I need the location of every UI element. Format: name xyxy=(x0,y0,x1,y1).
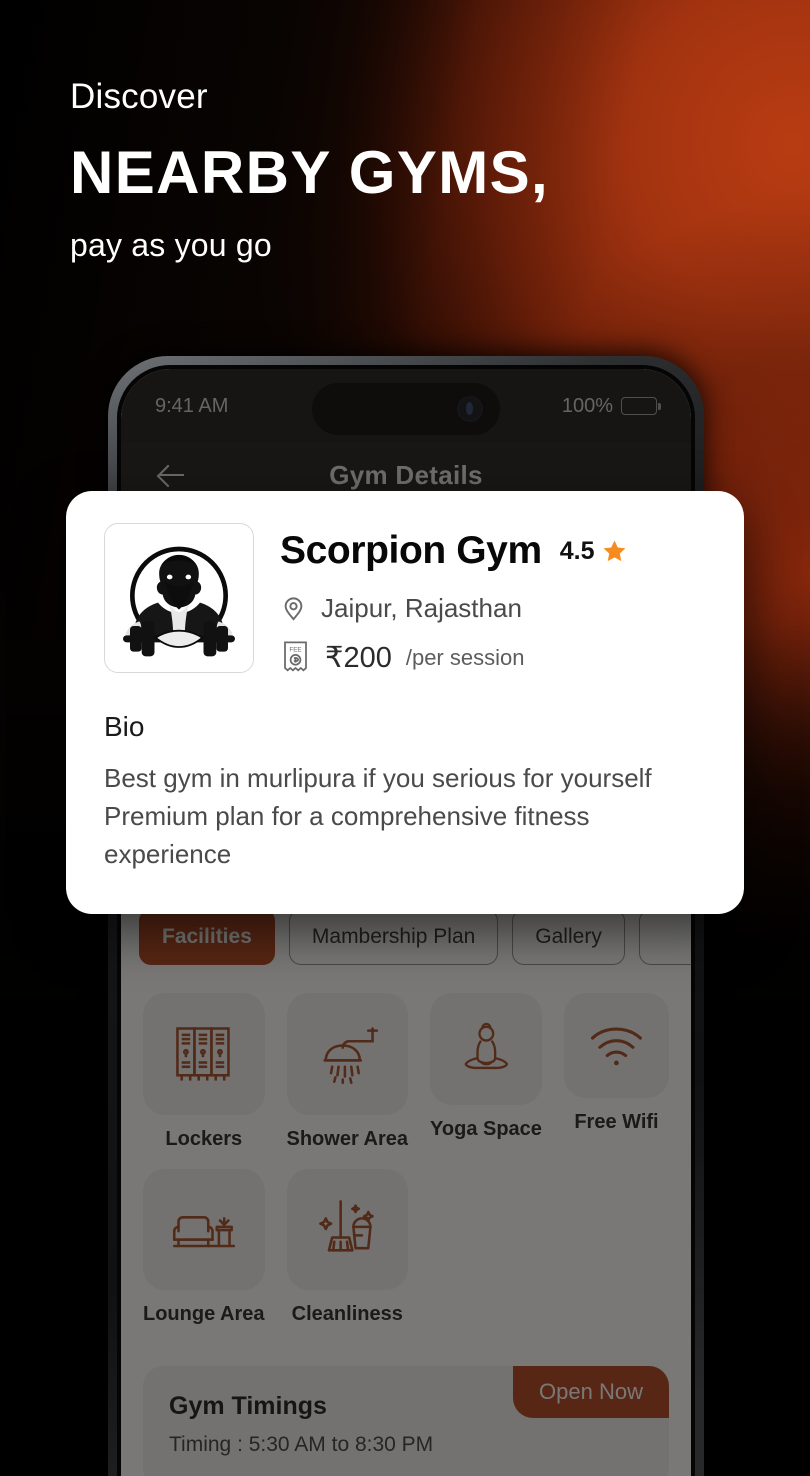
gym-logo xyxy=(104,523,254,673)
facility-item-free-wifi[interactable]: Free Wifi xyxy=(563,993,669,1151)
location-pin-icon xyxy=(280,595,307,622)
bodybuilder-logo-icon xyxy=(123,546,235,657)
sofa-icon xyxy=(172,1216,235,1248)
gym-timings-card: Gym Timings Timing : 5:30 AM to 8:30 PM … xyxy=(143,1366,669,1476)
facility-tile xyxy=(143,1168,265,1291)
facility-label: Yoga Space xyxy=(430,1117,542,1140)
facility-tile xyxy=(143,993,265,1115)
battery-percent-label: 100% xyxy=(561,394,613,417)
facility-label: Free Wifi xyxy=(574,1111,659,1134)
facility-label: Lockers xyxy=(165,1127,243,1150)
promo-headline-block: Discover NEARBY GYMS, pay as you go xyxy=(70,77,550,264)
status-bar: 9:41 AM 100% xyxy=(121,369,691,443)
battery-icon xyxy=(621,397,661,415)
star-icon xyxy=(601,538,628,565)
lockers-icon xyxy=(175,1026,230,1081)
gym-price-unit: /per session xyxy=(405,644,525,670)
promo-eyebrow: Discover xyxy=(70,77,208,116)
gym-rating-value: 4.5 xyxy=(559,536,595,565)
tab-gallery[interactable]: Gallery xyxy=(512,909,625,965)
tab-facilities[interactable]: Facilities xyxy=(139,909,275,965)
broom-icon xyxy=(319,1200,375,1252)
facility-item-cleanliness[interactable]: Cleanliness xyxy=(286,1168,409,1327)
gym-detail-card: Scorpion Gym 4.5 Jaipur, Rajasthan FEE ₹… xyxy=(66,491,744,914)
facility-tile xyxy=(286,993,409,1115)
promo-headline: NEARBY GYMS, xyxy=(70,138,550,206)
facility-item-lockers[interactable]: Lockers xyxy=(143,993,265,1151)
status-badge-open-now: Open Now xyxy=(513,1366,669,1419)
tab-membership-plan[interactable]: Mambership Plan xyxy=(288,909,499,965)
dynamic-island xyxy=(312,383,500,435)
gym-rating: 4.5 xyxy=(560,537,628,566)
facility-label: Lounge Area xyxy=(143,1303,265,1326)
facility-label: Cleanliness xyxy=(291,1303,403,1326)
facility-tile xyxy=(563,993,669,1099)
gym-timings-line: Timing : 5:30 AM to 8:30 PM xyxy=(169,1433,434,1457)
status-bar-time: 9:41 AM xyxy=(155,394,229,417)
tab-overflow[interactable] xyxy=(638,909,691,965)
facility-item-yoga-space[interactable]: Yoga Space xyxy=(430,993,542,1151)
facility-item-shower-area[interactable]: Shower Area xyxy=(286,993,409,1151)
facility-tile xyxy=(430,993,542,1105)
gym-price-amount: ₹200 xyxy=(325,642,392,674)
fee-receipt-icon: FEE xyxy=(280,640,311,675)
gym-summary-row: Scorpion Gym 4.5 Jaipur, Rajasthan FEE ₹… xyxy=(104,523,706,675)
facility-tile xyxy=(286,1168,409,1291)
battery-status: 100% xyxy=(561,394,661,418)
facility-item-lounge-area[interactable]: Lounge Area xyxy=(143,1168,265,1327)
promo-subline: pay as you go xyxy=(70,227,272,264)
gym-location: Jaipur, Rajasthan xyxy=(321,593,522,623)
svg-text:FEE: FEE xyxy=(289,647,301,654)
bio-title: Bio xyxy=(104,711,145,742)
gym-info-column: Scorpion Gym 4.5 Jaipur, Rajasthan FEE ₹… xyxy=(280,523,706,675)
gym-location-row: Jaipur, Rajasthan xyxy=(280,593,706,624)
shower-icon xyxy=(323,1026,379,1084)
wifi-icon xyxy=(590,1027,642,1066)
facility-label: Shower Area xyxy=(286,1127,409,1150)
gym-price-row: FEE ₹200 /per session xyxy=(280,640,706,675)
bio-text: Best gym in murlipura if you serious for… xyxy=(104,763,652,870)
gym-name-row: Scorpion Gym 4.5 xyxy=(280,529,706,573)
gym-name: Scorpion Gym xyxy=(280,529,542,572)
page-title: Gym Details xyxy=(329,459,483,490)
yoga-icon xyxy=(464,1022,508,1069)
front-camera-icon xyxy=(457,396,483,422)
facilities-grid: Lockers Shower Area Yoga Space Free Wifi… xyxy=(121,965,691,1326)
